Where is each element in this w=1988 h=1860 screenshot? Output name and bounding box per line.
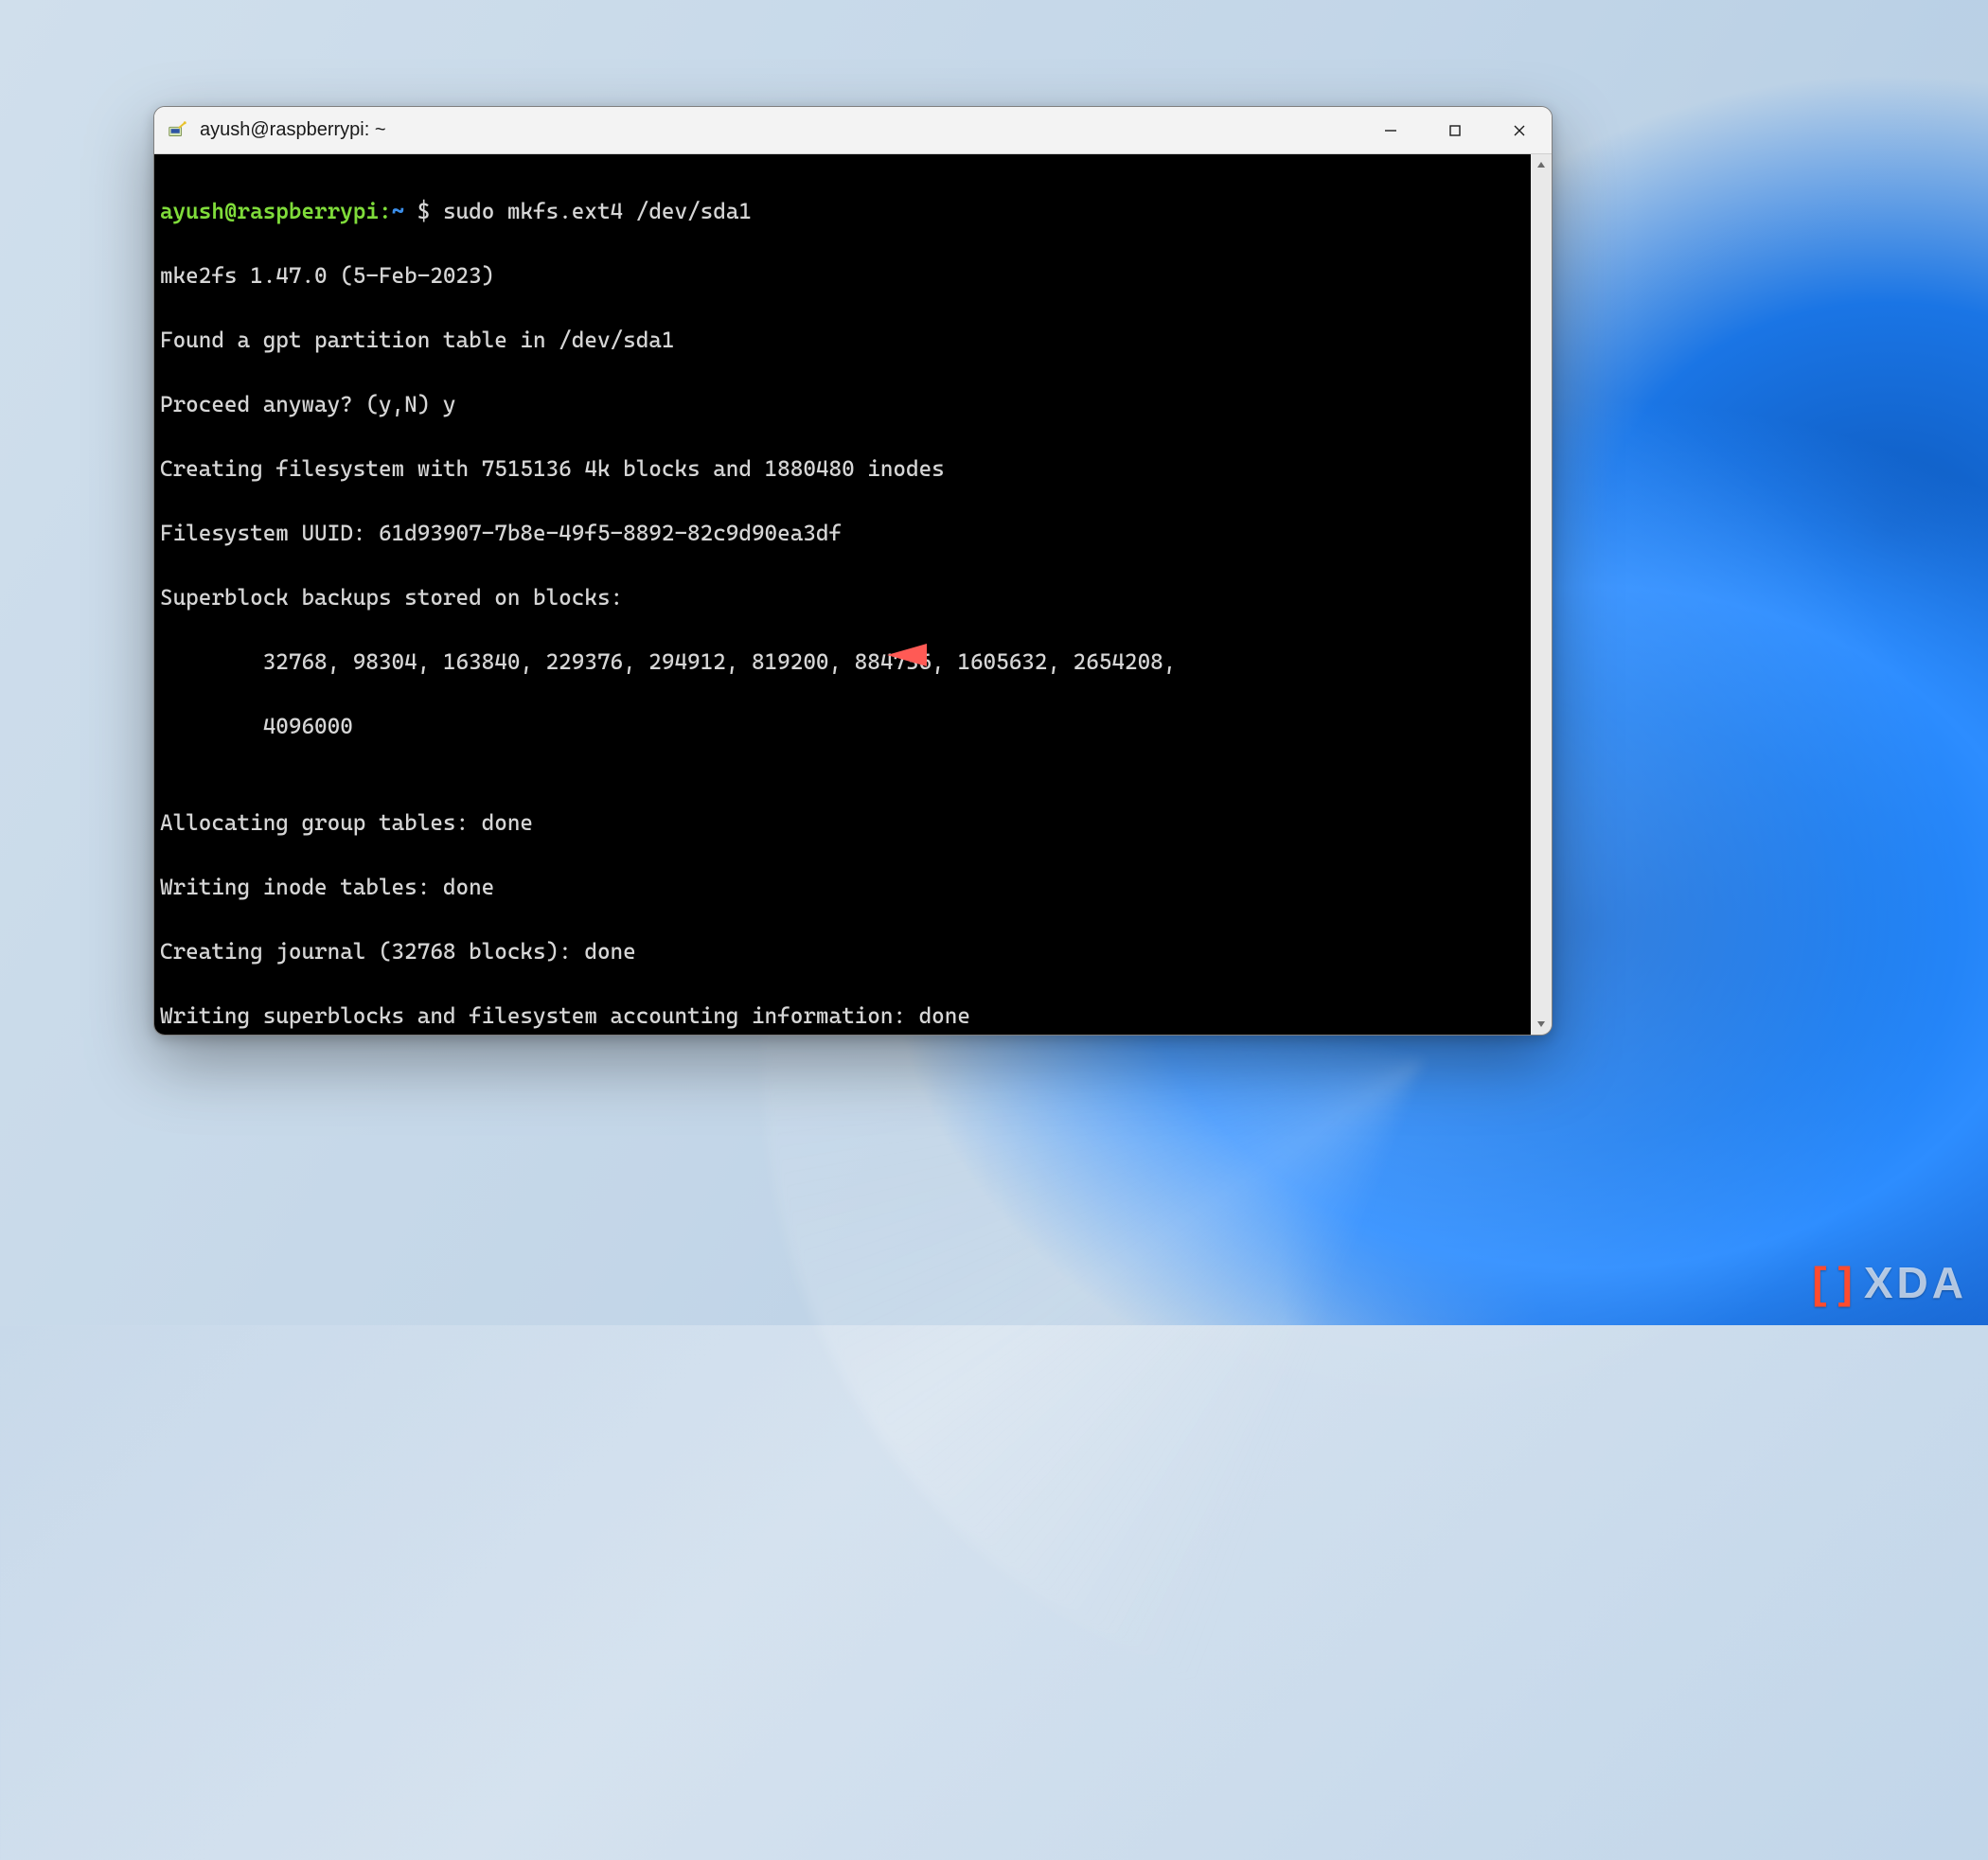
term-line: Proceed anyway? (y,N) y [160, 389, 1525, 421]
watermark-text: XDA [1864, 1257, 1967, 1308]
prompt-path: ~ [392, 199, 405, 224]
window-title: ayush@raspberrypi: ~ [200, 119, 1358, 141]
terminal-output[interactable]: ayush@raspberrypi:~ $ sudo mkfs.ext4 /de… [154, 154, 1531, 1035]
prompt-dollar: $ [404, 199, 443, 224]
terminal-window: ayush@raspberrypi: ~ ayush@raspberrypi:~… [153, 106, 1553, 1036]
command-text: sudo mkfs.ext4 /dev/sda1 [443, 199, 752, 224]
term-line: Superblock backups stored on blocks: [160, 582, 1525, 614]
term-line: mke2fs 1.47.0 (5-Feb-2023) [160, 260, 1525, 292]
window-controls [1358, 107, 1552, 153]
watermark-right-bracket: ] [1838, 1257, 1856, 1308]
scrollbar[interactable] [1531, 154, 1552, 1035]
term-line: Writing inode tables: done [160, 872, 1525, 904]
term-line: Writing superblocks and filesystem accou… [160, 1001, 1525, 1033]
term-line: Filesystem UUID: 61d93907-7b8e-49f5-8892… [160, 518, 1525, 550]
minimize-button[interactable] [1358, 107, 1423, 153]
prompt-sep: : [379, 199, 392, 224]
titlebar[interactable]: ayush@raspberrypi: ~ [154, 107, 1552, 154]
term-line: 32768, 98304, 163840, 229376, 294912, 81… [160, 647, 1525, 679]
close-button[interactable] [1487, 107, 1552, 153]
maximize-button[interactable] [1423, 107, 1487, 153]
watermark-left-bracket: [ [1812, 1257, 1830, 1308]
term-line: 4096000 [160, 711, 1525, 743]
term-line: Creating journal (32768 blocks): done [160, 936, 1525, 968]
xda-watermark: [ ] XDA [1812, 1257, 1967, 1308]
term-line: Allocating group tables: done [160, 807, 1525, 840]
prompt-user: ayush@raspberrypi [160, 199, 379, 224]
term-line: ayush@raspberrypi:~ $ sudo mkfs.ext4 /de… [160, 196, 1525, 228]
term-line: Creating filesystem with 7515136 4k bloc… [160, 453, 1525, 486]
scroll-down-icon[interactable] [1531, 1014, 1552, 1035]
term-line: Found a gpt partition table in /dev/sda1 [160, 325, 1525, 357]
scroll-up-icon[interactable] [1531, 154, 1552, 175]
putty-icon [166, 119, 188, 142]
terminal-client: ayush@raspberrypi:~ $ sudo mkfs.ext4 /de… [154, 154, 1552, 1035]
